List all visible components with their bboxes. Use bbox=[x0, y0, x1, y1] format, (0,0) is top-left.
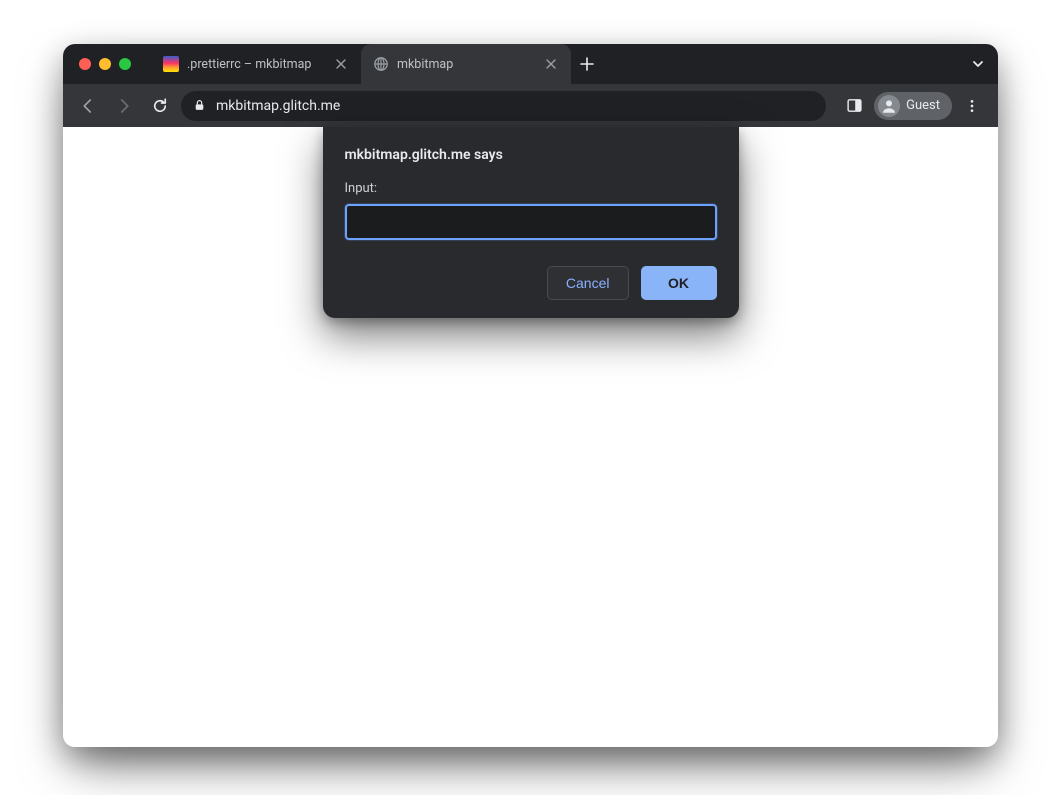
dialog-label: Input: bbox=[345, 181, 717, 196]
maximize-window-button[interactable] bbox=[119, 58, 131, 70]
back-button[interactable] bbox=[73, 91, 103, 121]
dialog-actions: Cancel OK bbox=[345, 266, 717, 300]
reload-button[interactable] bbox=[145, 91, 175, 121]
tab-prettierrc[interactable]: .prettierrc – mkbitmap bbox=[151, 44, 361, 84]
minimize-window-button[interactable] bbox=[99, 58, 111, 70]
javascript-prompt-dialog: mkbitmap.glitch.me says Input: Cancel OK bbox=[323, 127, 739, 318]
close-window-button[interactable] bbox=[79, 58, 91, 70]
menu-icon[interactable] bbox=[956, 90, 988, 122]
close-tab-icon[interactable] bbox=[333, 56, 349, 72]
ok-button[interactable]: OK bbox=[641, 266, 717, 300]
tab-label: mkbitmap bbox=[397, 57, 535, 72]
tab-label: .prettierrc – mkbitmap bbox=[187, 57, 325, 72]
profile-chip[interactable]: Guest bbox=[874, 92, 952, 120]
chevron-down-icon[interactable] bbox=[958, 57, 998, 71]
cancel-button[interactable]: Cancel bbox=[547, 266, 629, 300]
browser-window: .prettierrc – mkbitmap mkbitmap bbox=[63, 44, 998, 747]
side-panel-icon[interactable] bbox=[838, 90, 870, 122]
lock-icon bbox=[193, 99, 206, 112]
address-bar[interactable]: mkbitmap.glitch.me bbox=[181, 91, 826, 121]
url-text: mkbitmap.glitch.me bbox=[216, 98, 340, 114]
dialog-title: mkbitmap.glitch.me says bbox=[345, 147, 717, 163]
new-tab-button[interactable] bbox=[571, 44, 603, 84]
avatar-icon bbox=[878, 95, 900, 117]
prompt-input[interactable] bbox=[345, 204, 717, 240]
profile-label: Guest bbox=[906, 98, 940, 113]
close-tab-icon[interactable] bbox=[543, 56, 559, 72]
toolbar: mkbitmap.glitch.me Guest bbox=[63, 84, 998, 127]
window-controls bbox=[63, 58, 151, 70]
tab-mkbitmap[interactable]: mkbitmap bbox=[361, 44, 571, 84]
glitch-icon bbox=[163, 56, 179, 72]
forward-button[interactable] bbox=[109, 91, 139, 121]
titlebar: .prettierrc – mkbitmap mkbitmap bbox=[63, 44, 998, 84]
tab-strip: .prettierrc – mkbitmap mkbitmap bbox=[151, 44, 958, 84]
toolbar-right: Guest bbox=[832, 90, 988, 122]
globe-icon bbox=[373, 56, 389, 72]
